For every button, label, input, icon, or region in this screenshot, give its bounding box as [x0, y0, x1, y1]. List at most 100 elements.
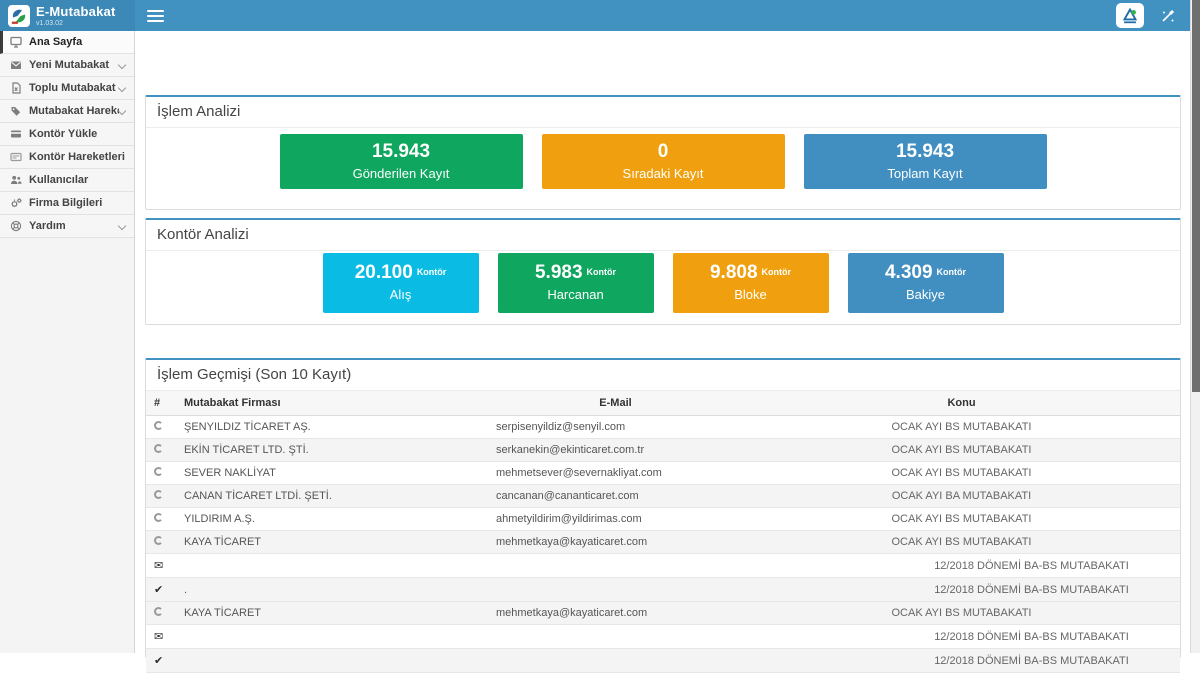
- sidebar-item-firma-bilgileri[interactable]: Firma Bilgileri: [0, 192, 134, 215]
- stat-value: 15.943: [804, 141, 1047, 163]
- stat-unit: Kontör: [587, 267, 617, 277]
- sidebar-item-label: Kullanıcılar: [29, 174, 128, 186]
- table-row[interactable]: YILDIRIM A.Ş.ahmetyildirim@yildirimas.co…: [146, 508, 1180, 531]
- app-brand[interactable]: E-Mutabakat v1.03.02: [0, 0, 135, 31]
- sidebar-item-yard-m[interactable]: Yardım: [0, 215, 134, 238]
- chevron-down-icon: [118, 222, 126, 230]
- sidebar-item-mutabakat-hareketleri[interactable]: Mutabakat Hareketleri: [0, 100, 134, 123]
- sidebar-item-kont-r-y-kle[interactable]: Kontör Yükle: [0, 123, 134, 146]
- islem-gecmisi-panel: İşlem Geçmişi (Son 10 Kayıt) #Mutabakat …: [145, 358, 1181, 658]
- spinner-icon: [154, 467, 163, 476]
- cell-firma: KAYA TİCARET: [176, 602, 488, 625]
- sidebar-item-ana-sayfa[interactable]: Ana Sayfa: [0, 31, 134, 54]
- top-navbar: E-Mutabakat v1.03.02: [0, 0, 1200, 31]
- check-icon: ✔: [154, 584, 163, 596]
- company-logo-icon: [1120, 6, 1140, 25]
- file-excel-icon: [9, 82, 23, 94]
- table-row[interactable]: KAYA TİCARETmehmetkaya@kayaticaret.comOC…: [146, 602, 1180, 625]
- cell-konu: OCAK AYI BS MUTABAKATI: [743, 416, 1180, 439]
- table-row[interactable]: ✔.12/2018 DÖNEMİ BA-BS MUTABAKATI: [146, 578, 1180, 602]
- kontor-analizi-title: Kontör Analizi: [146, 220, 1180, 251]
- kontor-analizi-panel: Kontör Analizi 20.100Kontör Alış 5.983Kont…: [145, 218, 1181, 325]
- vertical-scrollbar-thumb[interactable]: [1192, 0, 1200, 392]
- envelope-icon: ✉: [154, 560, 163, 572]
- cell-email: cancanan@cananticaret.com: [488, 485, 743, 508]
- table-row[interactable]: ✉12/2018 DÖNEMİ BA-BS MUTABAKATI: [146, 625, 1180, 649]
- cell-firma: KAYA TİCARET: [176, 531, 488, 554]
- stat-label: Sıradaki Kayıt: [542, 166, 785, 181]
- islem-gecmisi-title: İşlem Geçmişi (Son 10 Kayıt): [146, 360, 1180, 391]
- stat-value: 5.983Kontör: [498, 262, 654, 284]
- credit-card-icon: [9, 128, 23, 140]
- check-icon: ✔: [154, 655, 163, 667]
- spinner-icon: [154, 513, 163, 522]
- cell-konu: OCAK AYI BS MUTABAKATI: [743, 602, 1180, 625]
- sidebar-item-label: Yardım: [29, 220, 119, 232]
- table-row[interactable]: KAYA TİCARETmehmetkaya@kayaticaret.comOC…: [146, 531, 1180, 554]
- chevron-down-icon: [118, 107, 126, 115]
- table-row[interactable]: SEVER NAKLİYATmehmetsever@severnakliyat.…: [146, 462, 1180, 485]
- cell-firma: [176, 649, 488, 673]
- stat-label: Alış: [323, 287, 479, 302]
- cell-email: ahmetyildirim@yildirimas.com: [488, 508, 743, 531]
- column-header-email: E-Mail: [488, 391, 743, 416]
- cell-konu: 12/2018 DÖNEMİ BA-BS MUTABAKATI: [743, 649, 1180, 673]
- cell-email: mehmetkaya@kayaticaret.com: [488, 602, 743, 625]
- table-row[interactable]: ŞENYILDIZ TİCARET AŞ.serpisenyildiz@seny…: [146, 416, 1180, 439]
- cell-firma: [176, 554, 488, 578]
- table-row[interactable]: ✉12/2018 DÖNEMİ BA-BS MUTABAKATI: [146, 554, 1180, 578]
- table-row[interactable]: CANAN TİCARET LTDİ. ŞETİ.cancanan@canant…: [146, 485, 1180, 508]
- chevron-down-icon: [118, 84, 126, 92]
- life-ring-icon: [9, 220, 23, 232]
- hamburger-icon[interactable]: [135, 0, 175, 31]
- spinner-icon: [154, 490, 163, 499]
- stat-box-al-: 20.100Kontör Alış: [323, 253, 479, 313]
- stat-label: Bloke: [673, 287, 829, 302]
- cell-konu: OCAK AYI BS MUTABAKATI: [743, 439, 1180, 462]
- cell-email: [488, 554, 743, 578]
- spinner-icon: [154, 607, 163, 616]
- stat-value: 9.808Kontör: [673, 262, 829, 284]
- sidebar-item-toplu-mutabakat[interactable]: Toplu Mutabakat: [0, 77, 134, 100]
- sidebar-item-label: Mutabakat Hareketleri: [29, 105, 119, 117]
- islem-analizi-panel: İşlem Analizi 15.943Gönderilen Kayıt 0Sır…: [145, 95, 1181, 210]
- cell-email: [488, 625, 743, 649]
- app-logo-icon: [8, 5, 30, 27]
- stat-unit: Kontör: [937, 267, 967, 277]
- main-content: İşlem Analizi 15.943Gönderilen Kayıt 0Sır…: [136, 31, 1190, 653]
- column-header-num: #: [146, 391, 176, 416]
- stat-value: 20.100Kontör: [323, 262, 479, 284]
- sidebar-item-yeni-mutabakat[interactable]: Yeni Mutabakat: [0, 54, 134, 77]
- stat-box-g-nderilen-kay-t: 15.943Gönderilen Kayıt: [280, 134, 523, 189]
- company-logo-button[interactable]: [1116, 3, 1144, 28]
- gears-icon: [9, 197, 23, 209]
- stat-unit: Kontör: [417, 267, 447, 277]
- stat-value: 15.943: [280, 141, 523, 163]
- vertical-scrollbar-track[interactable]: [1190, 0, 1200, 653]
- column-header-firma: Mutabakat Firması: [176, 391, 488, 416]
- sidebar-item-label: Ana Sayfa: [29, 36, 128, 48]
- cell-konu: 12/2018 DÖNEMİ BA-BS MUTABAKATI: [743, 625, 1180, 649]
- cell-konu: OCAK AYI BS MUTABAKATI: [743, 462, 1180, 485]
- cell-email: mehmetsever@severnakliyat.com: [488, 462, 743, 485]
- sidebar-item-kullan-c-lar[interactable]: Kullanıcılar: [0, 169, 134, 192]
- stat-label: Harcanan: [498, 287, 654, 302]
- cell-firma: YILDIRIM A.Ş.: [176, 508, 488, 531]
- stat-label: Bakiye: [848, 287, 1004, 302]
- magic-wand-icon[interactable]: [1158, 6, 1178, 26]
- sidebar-item-label: Yeni Mutabakat: [29, 59, 119, 71]
- app-title: E-Mutabakat: [36, 5, 116, 18]
- cell-firma: CANAN TİCARET LTDİ. ŞETİ.: [176, 485, 488, 508]
- cell-email: [488, 578, 743, 602]
- column-header-konu: Konu: [743, 391, 1180, 416]
- sidebar-item-kont-r-hareketleri[interactable]: Kontör Hareketleri: [0, 146, 134, 169]
- stat-box-s-radaki-kay-t: 0Sıradaki Kayıt: [542, 134, 785, 189]
- islem-analizi-title: İşlem Analizi: [146, 97, 1180, 128]
- table-row[interactable]: ✔ 12/2018 DÖNEMİ BA-BS MUTABAKATI: [146, 649, 1180, 673]
- sidebar: Ana Sayfa Yeni Mutabakat Toplu Mutabakat Mu…: [0, 31, 135, 653]
- cell-email: [488, 649, 743, 673]
- card-list-icon: [9, 151, 23, 163]
- table-row[interactable]: EKİN TİCARET LTD. ŞTİ.serkanekin@ekintic…: [146, 439, 1180, 462]
- users-icon: [9, 174, 23, 186]
- stat-label: Toplam Kayıt: [804, 166, 1047, 181]
